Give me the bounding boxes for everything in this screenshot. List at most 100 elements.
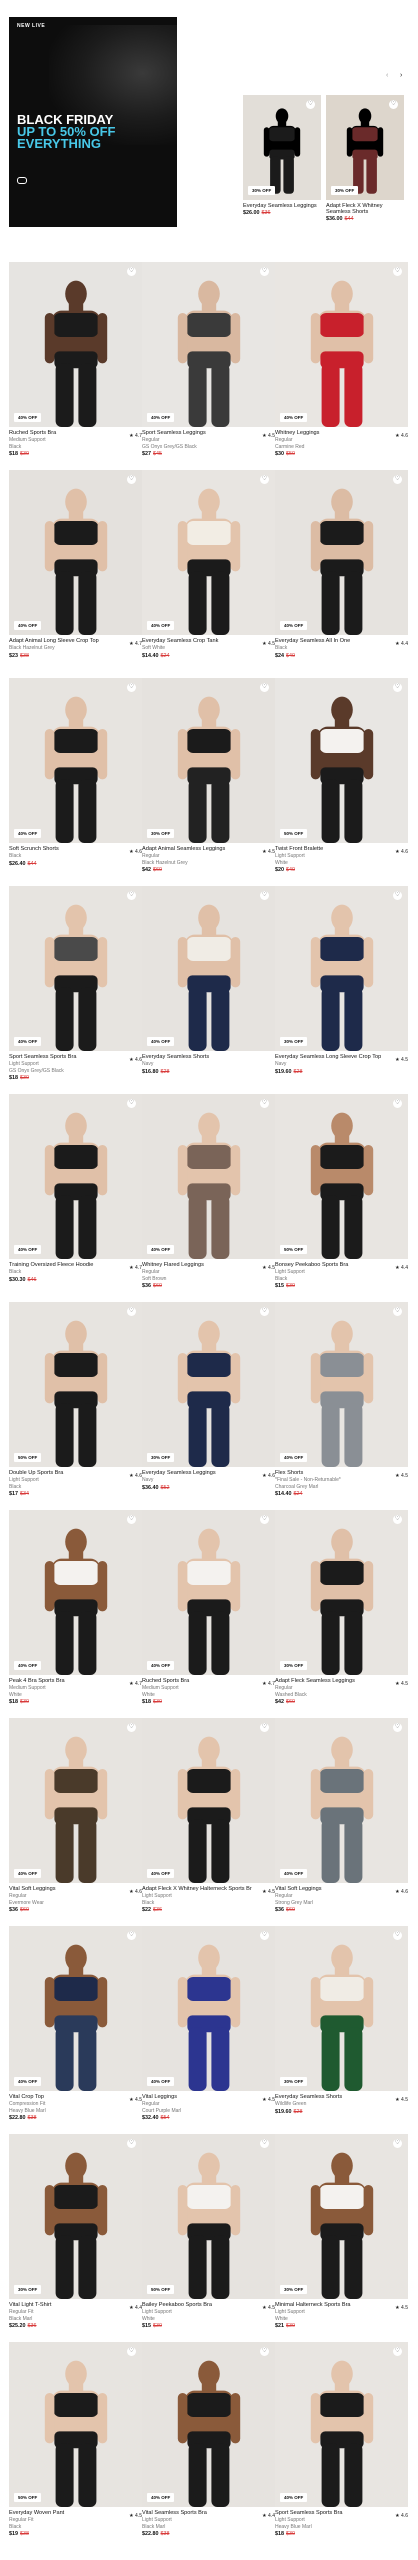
heart-icon[interactable]: ♡ xyxy=(260,683,269,692)
heart-icon[interactable]: ♡ xyxy=(260,2139,269,2148)
product-name[interactable]: Everyday Woven Pant xyxy=(9,2510,119,2516)
product-image[interactable]: ♡ 40% OFF xyxy=(9,1718,142,1883)
heart-icon[interactable]: ♡ xyxy=(393,1515,402,1524)
product-image[interactable]: ♡ 30% OFF xyxy=(275,1926,408,2091)
product-image[interactable]: ♡ 40% OFF xyxy=(9,470,142,635)
product-name[interactable]: Everyday Seamless Crop Tank xyxy=(142,638,252,644)
product-image[interactable]: ♡ 40% OFF xyxy=(142,262,275,427)
heart-icon[interactable]: ♡ xyxy=(306,100,315,109)
product-image[interactable]: ♡ 40% OFF xyxy=(275,2342,408,2507)
product-image[interactable]: ♡ 50% OFF xyxy=(275,678,408,843)
product-card[interactable]: ♡ 50% OFF Bailey Peekaboo Sports Bra ★ 4.5 L… xyxy=(142,2134,275,2329)
product-image[interactable]: ♡ 30% OFF xyxy=(142,678,275,843)
product-card[interactable]: ♡ 30% OFF Adapt Animal Seamless Leggings ★ … xyxy=(142,678,275,873)
product-card[interactable]: ♡ 40% OFF Peak 4 Bra Sports Bra ★ 4.7 Medium… xyxy=(9,1510,142,1705)
product-image[interactable]: ♡ 40% OFF xyxy=(275,262,408,427)
product-image[interactable]: ♡ 40% OFF xyxy=(142,1510,275,1675)
product-image[interactable]: ♡ 40% OFF xyxy=(142,886,275,1051)
product-name[interactable]: Vital Crop Top xyxy=(9,2094,119,2100)
product-name[interactable]: Everyday Seamless Leggings xyxy=(243,203,321,209)
product-name[interactable]: Peak 4 Bra Sports Bra xyxy=(9,1678,119,1684)
product-name[interactable]: Adapt Animal Long Sleeve Crop Top xyxy=(9,638,119,644)
carousel-product-card[interactable]: ♡ 30% OFF Adapt Fleck X Whitney Seamless Sh… xyxy=(326,95,404,222)
product-image[interactable]: ♡ 50% OFF xyxy=(142,2134,275,2299)
product-card[interactable]: ♡ 40% OFF Sport Seamless Sports Bra ★ 4.6 Li… xyxy=(9,886,142,1081)
heart-icon[interactable]: ♡ xyxy=(260,1515,269,1524)
product-image[interactable]: ♡ 40% OFF xyxy=(9,678,142,843)
heart-icon[interactable]: ♡ xyxy=(393,1307,402,1316)
heart-icon[interactable]: ♡ xyxy=(127,683,136,692)
product-name[interactable]: Training Oversized Fleece Hoodie xyxy=(9,1262,119,1268)
product-card[interactable]: ♡ 40% OFF Ruched Sports Bra ★ 4.7 Medium Sup… xyxy=(142,1510,275,1705)
heart-icon[interactable]: ♡ xyxy=(260,891,269,900)
heart-icon[interactable]: ♡ xyxy=(393,475,402,484)
product-name[interactable]: Vital Light T-Shirt xyxy=(9,2302,119,2308)
carousel-product-image[interactable]: ♡ 30% OFF xyxy=(326,95,404,200)
product-name[interactable]: Sport Seamless Leggings xyxy=(142,430,252,436)
product-image[interactable]: ♡ 40% OFF xyxy=(9,262,142,427)
product-image[interactable]: ♡ 30% OFF xyxy=(275,1510,408,1675)
product-image[interactable]: ♡ 40% OFF xyxy=(275,1718,408,1883)
heart-icon[interactable]: ♡ xyxy=(393,2139,402,2148)
product-card[interactable]: ♡ 40% OFF Flex Shorts ★ 4.5 *Final Sale - No… xyxy=(275,1302,408,1497)
product-card[interactable]: ♡ 40% OFF Whitney Leggings ★ 4.6 Regular Carm… xyxy=(275,262,408,457)
product-card[interactable]: ♡ 50% OFF Everyday Woven Pant ★ 4.5 Regular … xyxy=(9,2342,142,2537)
product-card[interactable]: ♡ 30% OFF Everyday Seamless Leggings ★ 4.6 N… xyxy=(142,1302,275,1491)
heart-icon[interactable]: ♡ xyxy=(389,100,398,109)
product-card[interactable]: ♡ 40% OFF Vital Crop Top ★ 4.5 Compression F… xyxy=(9,1926,142,2121)
product-name[interactable]: Flex Shorts xyxy=(275,1470,385,1476)
product-image[interactable]: ♡ 40% OFF xyxy=(9,1510,142,1675)
product-name[interactable]: Adapt Fleck X Whitney Halterneck Sports … xyxy=(142,1886,252,1892)
carousel-prev-button[interactable]: ‹ xyxy=(386,72,388,79)
heart-icon[interactable]: ♡ xyxy=(127,1931,136,1940)
product-name[interactable]: Adapt Animal Seamless Leggings xyxy=(142,846,252,852)
product-card[interactable]: ♡ 50% OFF Double Up Sports Bra ★ 4.6 Light S… xyxy=(9,1302,142,1497)
product-image[interactable]: ♡ 40% OFF xyxy=(142,470,275,635)
heart-icon[interactable]: ♡ xyxy=(127,2347,136,2356)
heart-icon[interactable]: ♡ xyxy=(393,1099,402,1108)
heart-icon[interactable]: ♡ xyxy=(260,267,269,276)
heart-icon[interactable]: ♡ xyxy=(127,1307,136,1316)
product-card[interactable]: ♡ 30% OFF Everyday Seamless Long Sleeve Cr… xyxy=(275,886,408,1075)
product-image[interactable]: ♡ 50% OFF xyxy=(9,2342,142,2507)
product-card[interactable]: ♡ 40% OFF Adapt Animal Long Sleeve Crop To… xyxy=(9,470,142,659)
product-image[interactable]: ♡ 40% OFF xyxy=(9,1094,142,1259)
heart-icon[interactable]: ♡ xyxy=(260,475,269,484)
product-image[interactable]: ♡ 30% OFF xyxy=(275,886,408,1051)
heart-icon[interactable]: ♡ xyxy=(260,1099,269,1108)
product-name[interactable]: Whitney Flared Leggings xyxy=(142,1262,252,1268)
carousel-product-image[interactable]: ♡ 30% OFF xyxy=(243,95,321,200)
product-image[interactable]: ♡ 40% OFF xyxy=(142,1718,275,1883)
product-image[interactable]: ♡ 30% OFF xyxy=(142,1302,275,1467)
product-image[interactable]: ♡ 30% OFF xyxy=(9,2134,142,2299)
product-card[interactable]: ♡ 40% OFF Everyday Seamless All In One ★ 4.… xyxy=(275,470,408,659)
product-name[interactable]: Everyday Seamless Shorts xyxy=(142,1054,252,1060)
product-name[interactable]: Ruched Sports Bra xyxy=(142,1678,252,1684)
product-name[interactable]: Whitney Leggings xyxy=(275,430,385,436)
product-card[interactable]: ♡ 40% OFF Training Oversized Fleece Hoodie… xyxy=(9,1094,142,1283)
product-image[interactable]: ♡ 40% OFF xyxy=(142,1926,275,2091)
product-name[interactable]: Ruched Sports Bra xyxy=(9,430,119,436)
product-card[interactable]: ♡ 40% OFF Ruched Sports Bra ★ 4.7 Medium Sup… xyxy=(9,262,142,457)
product-card[interactable]: ♡ 40% OFF Whitney Flared Leggings ★ 4.5 Regu… xyxy=(142,1094,275,1289)
heart-icon[interactable]: ♡ xyxy=(393,1723,402,1732)
product-name[interactable]: Everyday Seamless Shorts xyxy=(275,2094,385,2100)
product-card[interactable]: ♡ 30% OFF Minimal Halterneck Sports Bra ★ 4… xyxy=(275,2134,408,2329)
product-card[interactable]: ♡ 40% OFF Vital Soft Leggings ★ 4.6 Regular E… xyxy=(9,1718,142,1913)
product-name[interactable]: Soft Scrunch Shorts xyxy=(9,846,119,852)
heart-icon[interactable]: ♡ xyxy=(393,1931,402,1940)
product-name[interactable]: Everyday Seamless Long Sleeve Crop Top xyxy=(275,1054,385,1060)
heart-icon[interactable]: ♡ xyxy=(260,1307,269,1316)
heart-icon[interactable]: ♡ xyxy=(260,2347,269,2356)
product-name[interactable]: Everyday Seamless All In One xyxy=(275,638,385,644)
product-name[interactable]: Adapt Fleck Seamless Leggings xyxy=(275,1678,385,1684)
product-image[interactable]: ♡ 40% OFF xyxy=(142,2342,275,2507)
heart-icon[interactable]: ♡ xyxy=(127,1099,136,1108)
product-card[interactable]: ♡ 40% OFF Everyday Seamless Shorts Navy $16.… xyxy=(142,886,275,1075)
product-card[interactable]: ♡ 40% OFF Sport Seamless Leggings ★ 4.5 Regu… xyxy=(142,262,275,457)
product-name[interactable]: Vital Leggings xyxy=(142,2094,252,2100)
heart-icon[interactable]: ♡ xyxy=(127,475,136,484)
product-image[interactable]: ♡ 40% OFF xyxy=(9,886,142,1051)
product-image[interactable]: ♡ 40% OFF xyxy=(275,1302,408,1467)
heart-icon[interactable]: ♡ xyxy=(127,2139,136,2148)
